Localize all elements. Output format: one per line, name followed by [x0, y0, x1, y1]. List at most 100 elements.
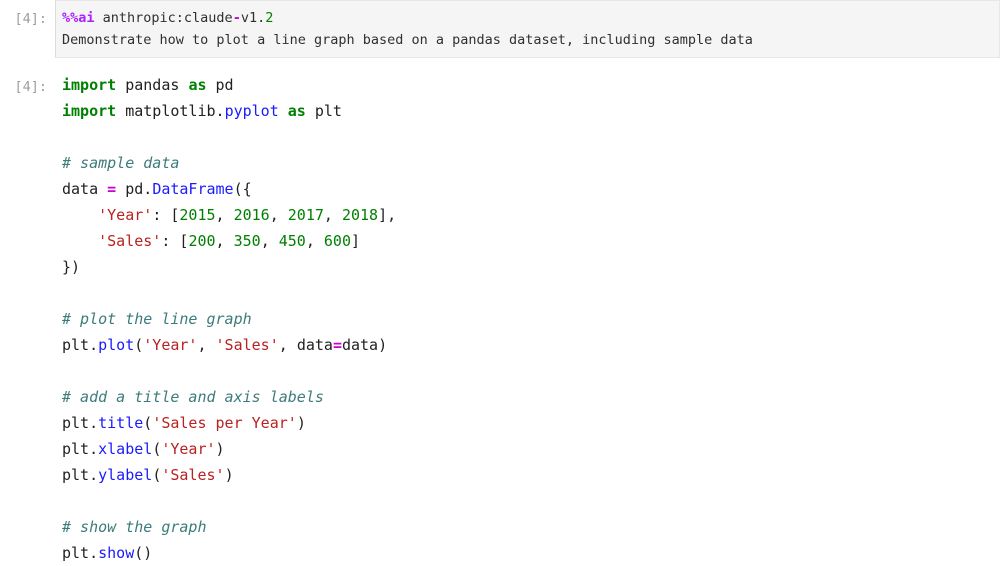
code-line: 'Year': [2015, 2016, 2017, 2018],: [62, 202, 1000, 228]
code-line: %%ai anthropic:claude-v1.2: [62, 7, 999, 29]
code-line: # show the graph: [62, 514, 1000, 540]
kwarg-name-data: data: [296, 336, 333, 354]
keyword-as: as: [188, 76, 207, 94]
keyword-import: import: [62, 76, 117, 94]
ref-plt: plt.: [62, 336, 99, 354]
ref-plt: plt.: [62, 466, 99, 484]
code-line: import pandas as pd: [62, 72, 1000, 98]
punct: : [: [161, 232, 189, 250]
arg-sales: 'Sales': [215, 336, 279, 354]
code-line: 'Sales': [200, 350, 450, 600]: [62, 228, 1000, 254]
notebook-cell-code[interactable]: [4]: import pandas as pd import matplotli…: [0, 72, 1000, 566]
punct: ): [224, 466, 234, 484]
punct: (): [134, 544, 153, 562]
keyword-import: import: [62, 102, 117, 120]
code-line: plt.show(): [62, 540, 1000, 566]
arg-year: 'Year': [143, 336, 198, 354]
cell-source-code[interactable]: import pandas as pd import matplotlib.pyp…: [62, 72, 1000, 566]
code-line: # plot the line graph: [62, 306, 1000, 332]
code-line: plt.ylabel('Sales'): [62, 462, 1000, 488]
key-year: 'Year': [98, 206, 153, 224]
punct: : [: [152, 206, 180, 224]
code-line: Demonstrate how to plot a line graph bas…: [62, 29, 999, 51]
punct-close: }): [62, 258, 81, 276]
punct: ,: [278, 336, 297, 354]
notebook-canvas: [4]: %%ai anthropic:claude-v1.2 Demonstra…: [0, 0, 1000, 566]
code-line: import matplotlib.pyplot as plt: [62, 98, 1000, 124]
cell-input-editor[interactable]: %%ai anthropic:claude-v1.2 Demonstrate ho…: [55, 0, 1000, 58]
comment-sample-data: # sample data: [62, 154, 180, 172]
cell-source-magic[interactable]: %%ai anthropic:claude-v1.2 Demonstrate ho…: [62, 7, 999, 51]
module-pyplot: pyplot: [224, 102, 279, 120]
ref-plt: plt.: [62, 544, 99, 562]
notebook-cell-magic[interactable]: [4]: %%ai anthropic:claude-v1.2 Demonstra…: [0, 0, 1000, 58]
punct: ): [215, 440, 225, 458]
call-dataframe: DataFrame: [152, 180, 234, 198]
ref-pd: pd.: [116, 180, 153, 198]
code-line: plt.xlabel('Year'): [62, 436, 1000, 462]
punct: ,: [260, 232, 279, 250]
punct: ): [296, 414, 306, 432]
punct: ,: [197, 336, 216, 354]
arg-ylabel-text: 'Sales': [161, 466, 225, 484]
cell-prompt-label: [4]:: [14, 79, 47, 95]
magic-dash: -: [232, 10, 241, 26]
punct: ,: [269, 206, 288, 224]
punct: ): [378, 336, 388, 354]
magic-directive: %%ai: [62, 10, 95, 26]
operator-assign: =: [107, 180, 117, 198]
punct-open: ({: [233, 180, 252, 198]
punct: (: [152, 440, 162, 458]
kwarg-value-data: data: [341, 336, 379, 354]
ref-plt: plt.: [62, 440, 99, 458]
punct: ,: [215, 232, 234, 250]
code-line: plt.plot('Year', 'Sales', data=data): [62, 332, 1000, 358]
code-line: # sample data: [62, 150, 1000, 176]
value-sales-1: 350: [233, 232, 261, 250]
punct: ,: [215, 206, 234, 224]
code-line: # add a title and axis labels: [62, 384, 1000, 410]
punct: ,: [323, 206, 342, 224]
ref-plt: plt.: [62, 414, 99, 432]
var-data: data: [62, 180, 108, 198]
magic-version: v1.: [240, 10, 266, 26]
comment-plot: # plot the line graph: [62, 310, 252, 328]
operator-kwarg-assign: =: [332, 336, 342, 354]
keyword-as: as: [278, 102, 306, 120]
arg-xlabel-text: 'Year': [161, 440, 216, 458]
code-line: data = pd.DataFrame({: [62, 176, 1000, 202]
comment-title-labels: # add a title and axis labels: [62, 388, 324, 406]
alias-pd: pd: [206, 76, 234, 94]
code-line: plt.title('Sales per Year'): [62, 410, 1000, 436]
cell-spacer: [0, 58, 1000, 72]
punct: ],: [378, 206, 397, 224]
value-year-0: 2015: [179, 206, 216, 224]
punct: (: [134, 336, 144, 354]
key-sales: 'Sales': [98, 232, 162, 250]
call-ylabel: ylabel: [98, 466, 153, 484]
arg-title-text: 'Sales per Year': [152, 414, 297, 432]
value-year-1: 2016: [233, 206, 270, 224]
cell-prompt-label: [4]:: [14, 11, 47, 27]
value-year-2: 2017: [287, 206, 324, 224]
magic-version-minor: 2: [265, 10, 274, 26]
value-year-3: 2018: [341, 206, 379, 224]
magic-provider: anthropic:claude: [94, 10, 233, 26]
value-sales-2: 450: [278, 232, 306, 250]
punct: ,: [305, 232, 324, 250]
comment-show: # show the graph: [62, 518, 207, 536]
module-matplotlib: matplotlib.: [116, 102, 225, 120]
value-sales-3: 600: [323, 232, 351, 250]
module-pandas: pandas: [116, 76, 189, 94]
cell-input-editor[interactable]: import pandas as pd import matplotlib.pyp…: [55, 72, 1000, 566]
ai-prompt-text: Demonstrate how to plot a line graph bas…: [62, 32, 753, 48]
value-sales-0: 200: [188, 232, 216, 250]
alias-plt: plt: [305, 102, 342, 120]
punct: (: [143, 414, 153, 432]
call-show: show: [98, 544, 135, 562]
